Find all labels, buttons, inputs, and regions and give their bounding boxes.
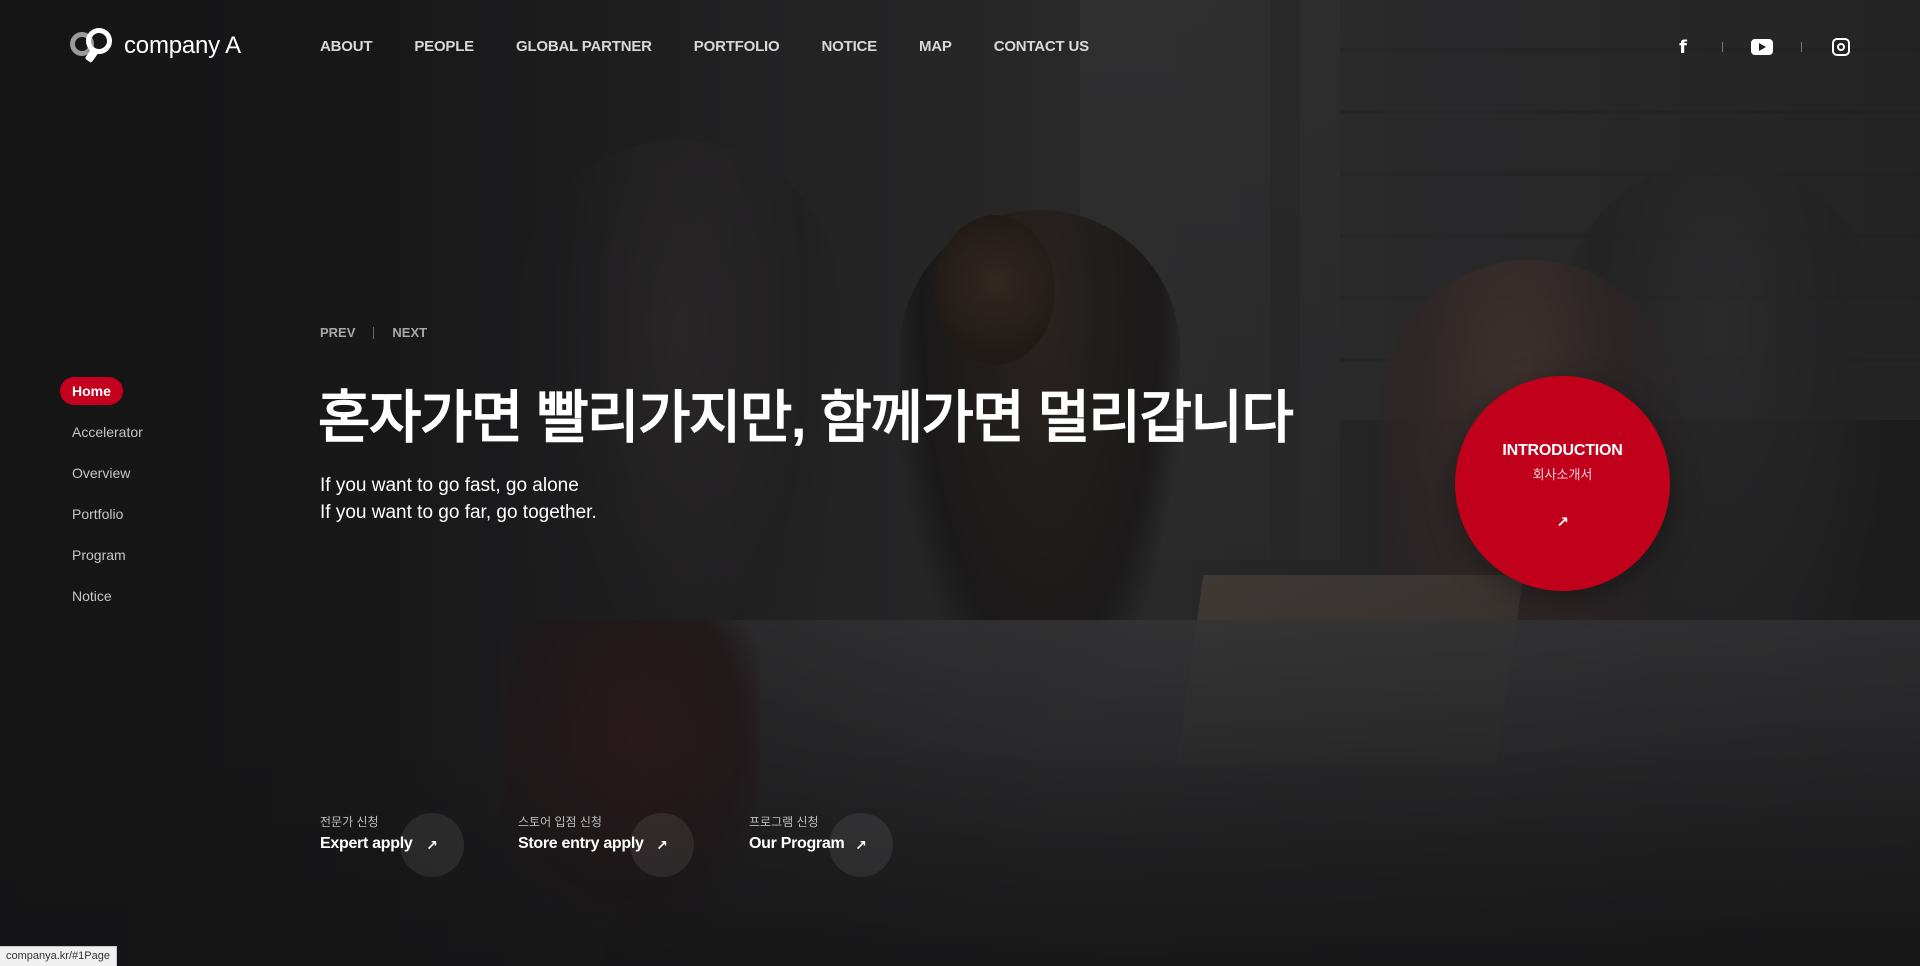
sidebar-item-notice[interactable]: Notice: [60, 582, 155, 623]
social-divider: [1722, 42, 1723, 52]
slide-pager: PREV NEXT: [320, 325, 427, 340]
arrow-up-right-icon: ↗: [630, 813, 694, 877]
nav-contact-us[interactable]: CONTACT US: [994, 38, 1089, 55]
youtube-icon[interactable]: [1751, 36, 1773, 58]
nav-notice[interactable]: NOTICE: [822, 38, 878, 55]
sidebar-item-portfolio[interactable]: Portfolio: [60, 500, 155, 541]
link-english-label: Store entry apply: [518, 835, 644, 852]
nav-about[interactable]: ABOUT: [320, 38, 373, 55]
nav-portfolio[interactable]: PORTFOLIO: [694, 38, 780, 55]
sidebar-item-program[interactable]: Program: [60, 541, 155, 582]
logo-link[interactable]: company A: [70, 28, 241, 64]
site-header: company A ABOUT PEOPLE GLOBAL PARTNER PO…: [0, 0, 1920, 96]
arrow-up-right-icon: ↗: [829, 813, 893, 877]
our-program-link[interactable]: 프로그램 신청 Our Program ↗: [749, 813, 893, 877]
expert-apply-link[interactable]: 전문가 신청 Expert apply ↗: [320, 813, 464, 877]
browser-status-url: companya.kr/#1Page: [0, 946, 117, 966]
introduction-title: INTRODUCTION: [1502, 442, 1623, 459]
section-sidebar: Home Accelerator Overview Portfolio Prog…: [60, 377, 155, 623]
sidebar-item-overview[interactable]: Overview: [60, 459, 155, 500]
logo-icon: [70, 28, 114, 64]
facebook-icon[interactable]: f: [1672, 36, 1694, 58]
sidebar-item-accelerator[interactable]: Accelerator: [60, 418, 155, 459]
hero-subtitle-line-2: If you want to go far, go together.: [320, 502, 597, 523]
prev-button[interactable]: PREV: [320, 325, 355, 340]
social-divider: [1801, 42, 1802, 52]
link-english-label: Expert apply: [320, 835, 413, 852]
arrow-up-right-icon: ↗: [400, 813, 464, 877]
nav-map[interactable]: MAP: [919, 38, 952, 55]
next-button[interactable]: NEXT: [392, 325, 427, 340]
sidebar-item-home[interactable]: Home: [60, 377, 123, 405]
link-korean-label: 스토어 입점 신청: [518, 815, 602, 829]
nav-people[interactable]: PEOPLE: [414, 38, 474, 55]
link-korean-label: 프로그램 신청: [749, 815, 819, 829]
hero-subtitle-line-1: If you want to go fast, go alone: [320, 475, 579, 496]
social-links: f: [1672, 36, 1852, 58]
nav-global-partner[interactable]: GLOBAL PARTNER: [516, 38, 652, 55]
introduction-subtitle: 회사소개서: [1532, 467, 1593, 482]
brand-name: company A: [124, 32, 241, 59]
store-entry-apply-link[interactable]: 스토어 입점 신청 Store entry apply ↗: [518, 813, 694, 877]
arrow-up-right-icon: ↗: [1556, 514, 1569, 531]
pager-divider: [373, 326, 375, 339]
page: company A ABOUT PEOPLE GLOBAL PARTNER PO…: [0, 0, 1920, 966]
link-korean-label: 전문가 신청: [320, 815, 379, 829]
main-nav: ABOUT PEOPLE GLOBAL PARTNER PORTFOLIO NO…: [320, 38, 1131, 55]
introduction-button[interactable]: INTRODUCTION 회사소개서 ↗: [1455, 376, 1670, 591]
hero-title: 혼자가면 빨리가지만, 함께가면 멀리갑니다: [318, 386, 1294, 450]
hero-subtitle: If you want to go fast, go alone If you …: [320, 472, 597, 526]
instagram-icon[interactable]: [1830, 36, 1852, 58]
